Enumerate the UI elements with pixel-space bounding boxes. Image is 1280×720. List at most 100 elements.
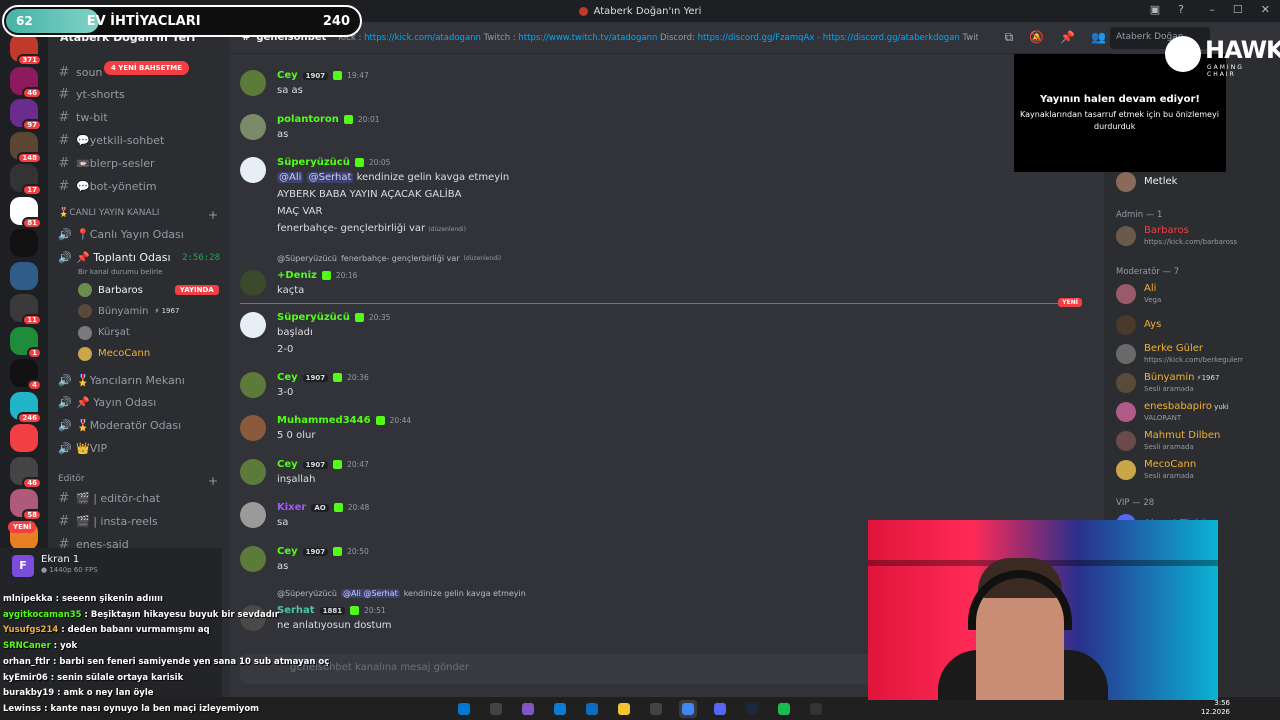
member[interactable]: Mahmut Dilben Sesli aramada bbox=[1116, 427, 1276, 455]
username[interactable]: Süperyüzücü bbox=[277, 312, 350, 323]
member[interactable]: Ays bbox=[1116, 311, 1276, 339]
voice-user[interactable]: Barbaros YAYINDA bbox=[78, 280, 219, 300]
category-live[interactable]: 🎖️CANLI YAYIN KANALI + bbox=[58, 208, 218, 222]
server-icon[interactable]: 1 bbox=[10, 326, 42, 359]
text-channel[interactable]: # soun bbox=[58, 62, 103, 82]
server-icon[interactable]: 371 bbox=[10, 34, 42, 66]
new-mentions-pill[interactable]: 4 YENİ BAHSETME bbox=[104, 61, 190, 75]
member[interactable]: MecoCann Sesli aramada bbox=[1116, 456, 1276, 484]
avatar[interactable] bbox=[240, 270, 266, 296]
files-icon[interactable] bbox=[615, 700, 633, 718]
username[interactable]: Cey bbox=[277, 372, 298, 383]
server-icon[interactable]: 97 bbox=[10, 99, 42, 131]
username[interactable]: +Deniz bbox=[277, 270, 317, 281]
text-channel[interactable]: # 💬yetkili-sohbet bbox=[58, 130, 165, 150]
pin-icon[interactable]: 📌 bbox=[1060, 30, 1075, 45]
voice-channel[interactable]: 🔊 🎖️Moderatör Odası bbox=[58, 415, 181, 435]
text-channel[interactable]: # tw-bit bbox=[58, 108, 108, 128]
server-icon[interactable] bbox=[10, 424, 38, 452]
server-icon[interactable]: 148 bbox=[10, 131, 42, 164]
discord-link[interactable]: https://discord.gg/FzamqAx - https://dis… bbox=[698, 33, 960, 43]
steam-icon[interactable] bbox=[743, 700, 761, 718]
discord-icon[interactable] bbox=[711, 700, 729, 718]
close-button[interactable]: ✕ bbox=[1261, 3, 1270, 16]
voice-channel[interactable]: 🔊 📌 Yayın Odası bbox=[58, 393, 156, 413]
kick-icon bbox=[343, 115, 353, 124]
avatar[interactable] bbox=[240, 502, 266, 528]
member[interactable]: Bünyamin ⚡1967 Sesli aramada bbox=[1116, 369, 1276, 397]
username[interactable]: Cey bbox=[277, 546, 298, 557]
kick-link[interactable]: https://kick.com/atadogann bbox=[364, 33, 481, 43]
new-servers-pill[interactable]: YENİ bbox=[8, 521, 37, 533]
server-icon[interactable] bbox=[10, 229, 38, 257]
server-icon[interactable]: 81 bbox=[10, 196, 42, 229]
minimize-button[interactable]: – bbox=[1209, 3, 1215, 16]
chrome-icon[interactable] bbox=[679, 699, 697, 718]
avatar[interactable] bbox=[240, 459, 266, 485]
member[interactable]: Ali Vega bbox=[1116, 280, 1276, 308]
avatar[interactable] bbox=[240, 157, 266, 183]
member[interactable]: Barbaros https://kick.com/barbaross bbox=[1116, 222, 1276, 250]
mention[interactable]: @Serhat bbox=[306, 172, 354, 183]
server-icon[interactable]: 46 bbox=[10, 456, 42, 489]
twitch-link[interactable]: https://www.twitch.tv/atadogann bbox=[518, 33, 657, 43]
reply-preview[interactable]: @Süperyüzücü fenerbahçe- gençlerbirliği v… bbox=[277, 254, 501, 263]
text-channel[interactable]: # 🎬 | insta-reels bbox=[58, 511, 158, 531]
reply-preview[interactable]: @Süperyüzücü @Ali @Serhat kendinize gelin … bbox=[277, 589, 526, 598]
members-icon[interactable]: 👥 bbox=[1091, 30, 1106, 45]
speaker-icon: 🔊 bbox=[58, 373, 72, 387]
voice-user[interactable]: Bünyamin ⚡ 1967 bbox=[78, 301, 179, 321]
avatar[interactable] bbox=[240, 312, 266, 338]
server-icon[interactable]: 11 bbox=[10, 294, 42, 326]
username[interactable]: Cey bbox=[277, 459, 298, 470]
search-icon[interactable] bbox=[487, 700, 505, 718]
username[interactable]: Muhammed3446 bbox=[277, 415, 371, 426]
channel-status[interactable]: Bir kanal durumu belirle bbox=[78, 262, 162, 282]
system-clock[interactable]: 3:56 12.2026 bbox=[1201, 699, 1230, 717]
server-icon[interactable]: 58 bbox=[10, 489, 42, 521]
obs-icon[interactable] bbox=[807, 700, 825, 718]
voice-user[interactable]: Kürşat bbox=[78, 323, 130, 343]
text-channel[interactable]: # yt-shorts bbox=[58, 85, 125, 105]
username[interactable]: Süperyüzücü bbox=[277, 157, 350, 168]
server-icon[interactable]: 46 bbox=[10, 66, 42, 99]
username[interactable]: polantoron bbox=[277, 114, 339, 125]
add-channel-icon[interactable]: + bbox=[208, 208, 218, 222]
windows-icon[interactable] bbox=[455, 700, 473, 718]
voice-channel-live[interactable]: 🔊 📍Canlı Yayın Odası bbox=[58, 224, 184, 244]
maximize-button[interactable]: ☐ bbox=[1233, 3, 1243, 16]
username[interactable]: Kixer bbox=[277, 502, 306, 513]
text-channel[interactable]: # 🎬 | editör-chat bbox=[58, 488, 161, 508]
help-icon[interactable]: ? bbox=[1178, 3, 1184, 16]
voice-user[interactable]: MecoCann bbox=[78, 344, 150, 364]
edge-icon[interactable] bbox=[551, 700, 569, 718]
voice-channel[interactable]: 🔊 🎖️Yancıların Mekanı bbox=[58, 370, 185, 390]
xbox-icon[interactable] bbox=[647, 700, 665, 718]
spotify-icon[interactable] bbox=[775, 700, 793, 718]
add-channel-icon[interactable]: + bbox=[208, 474, 218, 488]
avatar[interactable] bbox=[240, 70, 266, 96]
server-icon[interactable]: 4 bbox=[10, 359, 42, 391]
member[interactable]: enesbabapiro yuki VALORANT bbox=[1116, 398, 1276, 426]
voice-channel[interactable]: 🔊 👑VIP bbox=[58, 438, 107, 458]
server-icon[interactable] bbox=[10, 261, 38, 290]
avatar[interactable] bbox=[240, 372, 266, 398]
inbox-icon[interactable]: ▣ bbox=[1150, 3, 1160, 16]
member[interactable]: Metlek bbox=[1116, 168, 1276, 196]
mention[interactable]: @Ali bbox=[277, 172, 304, 183]
channel-topic[interactable]: Kick : https://kick.com/atadogann Twitch… bbox=[338, 33, 978, 43]
text-channel[interactable]: # 💬bot-yönetim bbox=[58, 176, 157, 196]
avatar[interactable] bbox=[240, 114, 266, 140]
server-icon[interactable]: 17 bbox=[10, 164, 42, 196]
category-editor[interactable]: Editör + bbox=[58, 474, 218, 488]
avatar[interactable] bbox=[240, 546, 266, 572]
mute-icon[interactable]: 🔕 bbox=[1029, 30, 1044, 45]
threads-icon[interactable]: ⧉ bbox=[1005, 30, 1014, 45]
server-icon[interactable]: 246 bbox=[10, 391, 42, 424]
copilot-icon[interactable] bbox=[519, 700, 537, 718]
member[interactable]: Berke Güler https://kick.com/berkegulerr bbox=[1116, 340, 1276, 368]
username[interactable]: Cey bbox=[277, 70, 298, 81]
store-icon[interactable] bbox=[583, 700, 601, 718]
text-channel[interactable]: # 📼blerp-sesler bbox=[58, 153, 155, 173]
avatar[interactable] bbox=[240, 415, 266, 441]
